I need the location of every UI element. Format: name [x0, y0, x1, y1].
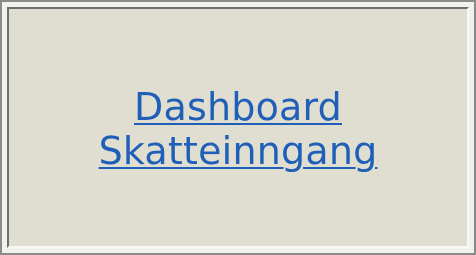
frame-inner-border: Dashboard Skatteinngang [2, 2, 474, 253]
link-line-1: Dashboard [134, 84, 342, 129]
dashboard-skatteinngang-link[interactable]: Dashboard Skatteinngang [99, 85, 378, 173]
frame: Dashboard Skatteinngang [0, 0, 476, 255]
content-panel: Dashboard Skatteinngang [7, 7, 469, 248]
link-line-2: Skatteinngang [98, 128, 378, 173]
